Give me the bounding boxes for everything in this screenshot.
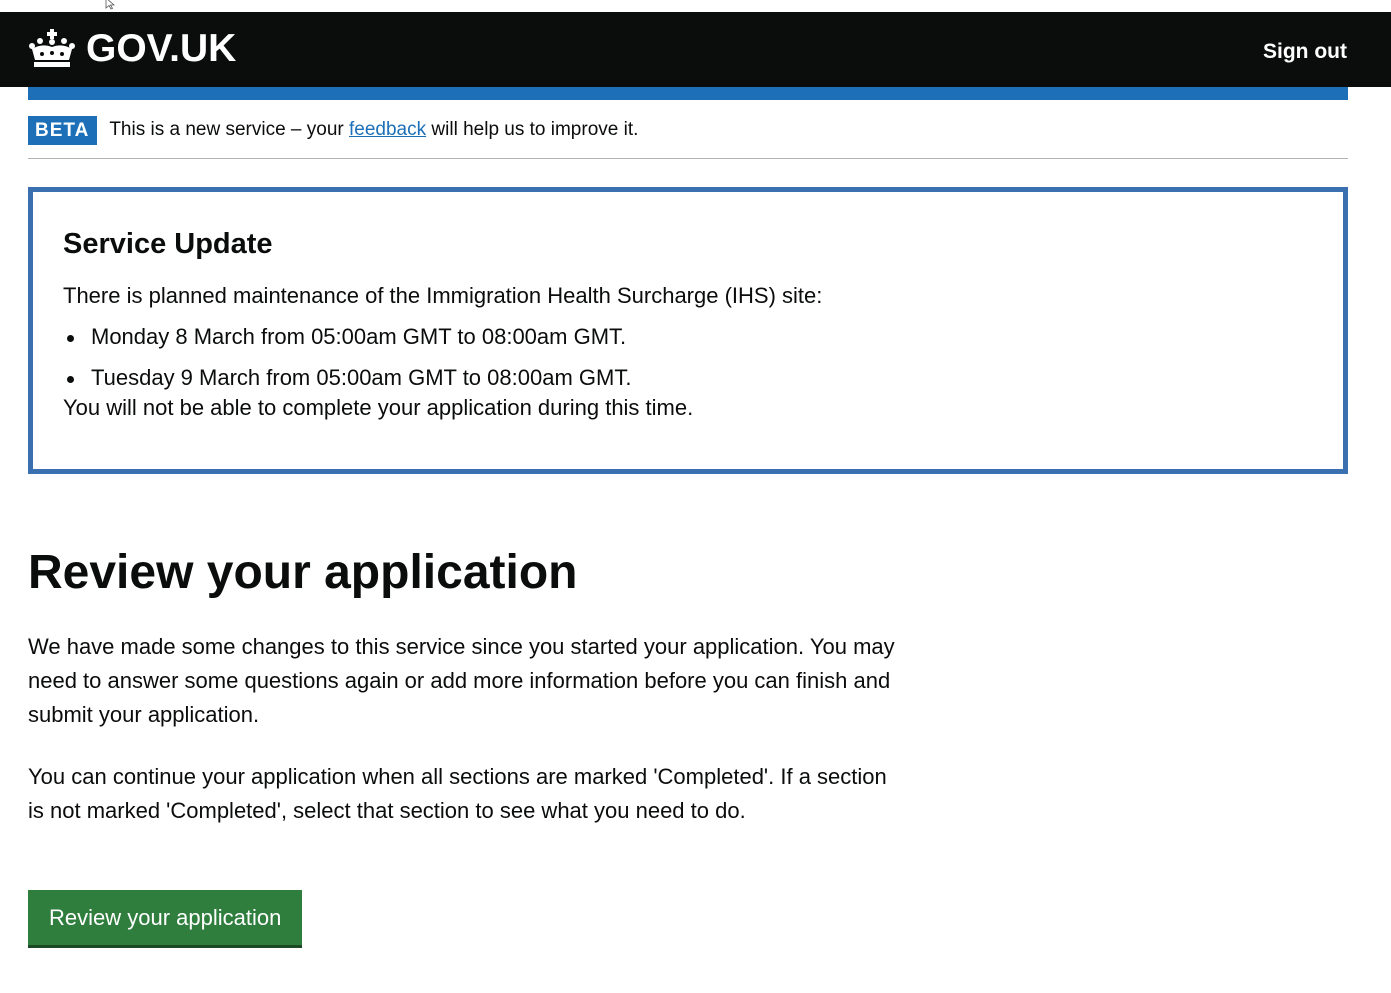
notice-intro: There is planned maintenance of the Immi… [63,283,823,308]
phase-banner: BETA This is a new service – your feedba… [28,100,1348,159]
logo-text: GOV.UK [86,27,237,70]
service-update-notice: Service Update There is planned maintena… [28,187,1348,474]
phase-text-after: will help us to improve it. [426,119,639,140]
list-item: Monday 8 March from 05:00am GMT to 08:00… [63,322,1313,352]
header-blue-bar [28,87,1348,100]
review-application-button[interactable]: Review your application [28,890,303,945]
list-item: Tuesday 9 March from 05:00am GMT to 08:0… [63,363,1313,393]
crown-icon [29,29,75,67]
notice-title: Service Update [63,228,273,260]
maintenance-list: Monday 8 March from 05:00am GMT to 08:00… [63,322,1313,393]
notice-outro: You will not be able to complete your ap… [63,395,694,420]
govuk-logo-link[interactable]: GOV.UK [28,28,236,70]
phase-text-before: This is a new service – your [109,119,350,140]
top-gap [0,0,1391,12]
page-title: Review your application [28,546,578,599]
changes-paragraph: We have made some changes to this servic… [28,634,895,727]
site-header: GOV.UK Sign out [0,12,1391,87]
phase-banner-text: This is a new service – your feedback wi… [109,115,638,144]
instructions-paragraph: You can continue your application when a… [28,764,887,823]
mouse-cursor-icon [105,0,116,10]
beta-tag: BETA [28,116,98,145]
sign-out-link[interactable]: Sign out [1263,39,1347,65]
feedback-link[interactable]: feedback [349,119,426,140]
